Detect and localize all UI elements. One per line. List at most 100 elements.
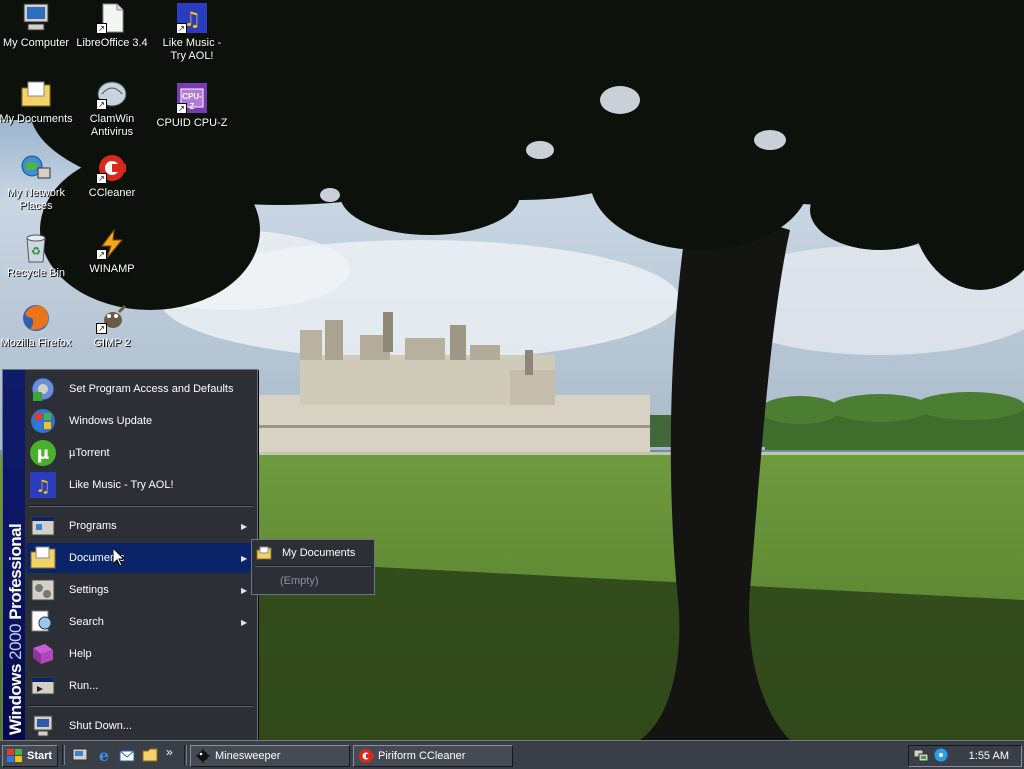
desktop-icon-label: WINAMP [89,263,135,275]
recycle-bin-icon: ♻ [20,232,52,264]
my-documents-folder-icon [256,545,272,561]
start-button[interactable]: Start [2,745,58,767]
shortcut-arrow-icon: ↗ [96,173,107,184]
menu-item-program-access[interactable]: Set Program Access and Defaults [27,374,255,404]
menu-item-run[interactable]: Run... [27,671,255,701]
documents-submenu: My Documents (Empty) [251,539,375,595]
menu-item-like-music[interactable]: ♫ Like Music - Try AOL! [27,470,255,500]
desktop-icon-clamwin[interactable]: ↗ ClamWin Antivirus [74,78,150,139]
cpuz-icon: ↗ CPU-Z [176,82,208,114]
submenu-arrow-icon: ▶ [241,553,248,563]
desktop-icon-label: My Documents [0,113,73,125]
menu-item-documents[interactable]: Documents ▶ [27,543,255,573]
submenu-empty-label: (Empty) [280,575,319,587]
banner-windows-text: Windows [6,664,25,735]
submenu-item-my-documents[interactable]: My Documents [252,542,374,564]
menu-separator [29,705,253,707]
network-places-icon [20,152,52,184]
taskbar-separator [62,745,65,765]
svg-text:µ: µ [37,444,50,464]
libreoffice-icon: ↗ [96,2,128,34]
desktop-icon-label: Like Music - Try AOL! [162,37,222,62]
menu-item-label: Windows Update [69,415,153,427]
network-tray-icon[interactable] [913,747,929,763]
like-music-icon: ♫ ↗ [176,2,208,34]
utorrent-icon: µ [29,439,57,467]
menu-item-label: Shut Down... [69,720,132,732]
desktop-icon-label: ClamWin Antivirus [89,113,135,138]
start-menu: Windows 2000 Professional Set Program Ac… [2,369,258,742]
menu-item-windows-update[interactable]: Windows Update [27,406,255,436]
desktop-icon-my-documents[interactable]: My Documents [0,78,74,126]
task-button-label: Minesweeper [215,750,281,762]
menu-item-label: Documents [69,552,125,564]
shortcut-arrow-icon: ↗ [96,23,107,34]
taskbar-clock[interactable]: 1:55 AM [969,750,1009,762]
menu-item-label: Like Music - Try AOL! [69,479,174,491]
task-button-label: Piriform CCleaner [378,750,466,762]
gimp-icon: ↗ [96,302,128,334]
system-tray: 1:55 AM [908,745,1022,767]
minesweeper-icon [195,748,211,764]
desktop-icon-ccleaner[interactable]: ↗ CCleaner [74,152,150,200]
mouse-cursor-icon [113,548,125,567]
menu-item-label: Help [69,648,92,660]
menu-item-settings[interactable]: Settings ▶ [27,575,255,605]
desktop-icon-recycle-bin[interactable]: ♻ Recycle Bin [0,232,74,280]
desktop-icon-firefox[interactable]: Mozilla Firefox [0,302,74,350]
cpuz-badge-text: CPU-Z [182,92,202,111]
internet-explorer-icon[interactable]: e [96,746,112,765]
submenu-item-label: My Documents [282,547,356,559]
desktop-icon-like-music[interactable]: ♫ ↗ Like Music - Try AOL! [154,2,230,63]
programs-icon [29,512,57,540]
media-tray-icon[interactable] [933,747,949,763]
submenu-arrow-icon: ▶ [241,585,248,595]
settings-icon [29,576,57,604]
desktop-icon-my-computer[interactable]: My Computer [0,2,74,50]
menu-item-shut-down[interactable]: Shut Down... [27,711,255,741]
shutdown-icon [29,712,57,740]
menu-separator [29,505,253,507]
taskbar: Start e » Minesweeper Piriform CCleaner … [0,740,1024,769]
submenu-arrow-icon: ▶ [241,521,248,531]
like-music-icon: ♫ [29,471,57,499]
windows-update-icon [29,407,57,435]
my-computer-icon [20,2,52,34]
menu-separator [255,565,371,567]
desktop-icon-winamp[interactable]: ↗ WINAMP [74,228,150,276]
outlook-express-icon[interactable] [119,747,135,763]
banner-version-text: 2000 [6,623,25,660]
windows-media-icon[interactable] [142,747,158,763]
shortcut-arrow-icon: ↗ [96,99,107,110]
desktop-icon-label: Recycle Bin [6,267,66,279]
svg-text:♫: ♫ [35,477,50,497]
search-icon [29,608,57,636]
menu-item-label: Run... [69,680,99,692]
desktop-icon-network-places[interactable]: My Network Places [0,152,74,213]
task-button-ccleaner[interactable]: Piriform CCleaner [353,745,513,767]
menu-item-label: Programs [69,520,117,532]
menu-item-search[interactable]: Search ▶ [27,607,255,637]
windows-2000-professional-banner: Windows 2000 Professional [6,375,25,735]
menu-item-help[interactable]: Help [27,639,255,669]
firefox-icon [20,302,52,334]
shortcut-arrow-icon: ↗ [176,23,187,34]
my-documents-icon [20,78,52,110]
menu-item-label: µTorrent [69,447,110,459]
task-button-minesweeper[interactable]: Minesweeper [190,745,350,767]
submenu-arrow-icon: ▶ [241,617,248,627]
desktop-icon-label: CPUID CPU-Z [156,117,228,129]
desktop-icon-libreoffice[interactable]: ↗ LibreOffice 3.4 [74,2,150,50]
menu-item-programs[interactable]: Programs ▶ [27,511,255,541]
menu-item-label: Search [69,616,104,628]
menu-item-utorrent[interactable]: µ µTorrent [27,438,255,468]
show-desktop-icon[interactable] [72,747,88,763]
desktop-icon-cpuz[interactable]: ↗ CPU-Z CPUID CPU-Z [154,82,230,130]
quick-launch-overflow[interactable]: » [166,745,182,761]
desktop-icon-label: My Network Places [6,187,66,212]
submenu-item-empty: (Empty) [252,570,374,592]
shortcut-arrow-icon: ↗ [96,323,107,334]
desktop-icon-label: GIMP 2 [93,337,131,349]
ccleaner-icon [358,748,374,764]
desktop-icon-gimp[interactable]: ↗ GIMP 2 [74,302,150,350]
